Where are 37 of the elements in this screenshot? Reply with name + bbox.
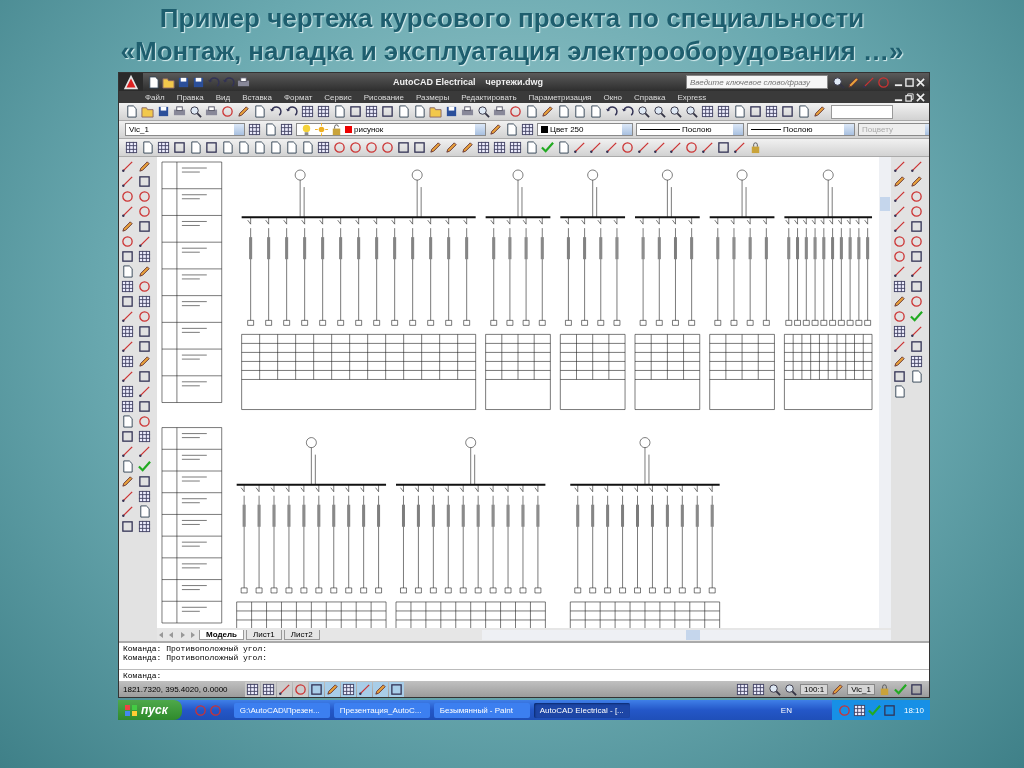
menu-item[interactable]: Express [677,92,707,102]
menu-item[interactable]: Файл [145,92,165,102]
app-name: AutoCAD Electrical [393,77,476,87]
menu-item[interactable]: Параметризация [528,92,592,102]
lineweight-dropdown[interactable]: Послою [747,123,855,136]
color-dropdown[interactable]: Цвет 250 [537,123,633,136]
coordinates: 1821.7320, 395.4020, 0.0000 [123,684,229,694]
menu-item[interactable]: Редактировать [461,92,517,102]
language-indicator[interactable]: EN [780,705,792,715]
document-name: чертежи.dwg [485,77,543,87]
layer-dropdown[interactable]: рисунок [296,123,486,136]
menu-item[interactable]: Сервис [324,92,352,102]
start-button[interactable]: пуск [118,700,182,720]
layout-tab[interactable]: Лист2 [283,629,320,640]
menu-item[interactable]: Правка [176,92,204,102]
command-history-line: Команда: Противоположный угол: [123,653,269,662]
menu-item[interactable]: Размеры [416,92,450,102]
view-dropdown[interactable]: Vic_1 [125,123,245,136]
taskbar-button[interactable]: Безымянный - Paint [433,702,530,718]
taskbar-button[interactable]: Презентация_AutoC... [333,702,430,718]
layout-tab[interactable]: Модель [199,629,244,640]
menu-item[interactable]: Вставка [242,92,272,102]
clock: 18:10 [903,705,924,715]
menu-item[interactable]: Окно [603,92,623,102]
annotation-scale-button[interactable]: 100:1 [800,683,829,695]
menu-item[interactable]: Справка [634,92,666,102]
layout-tab[interactable]: Лист1 [246,629,282,640]
menu-item[interactable]: Рисование [363,92,405,102]
taskbar-button[interactable]: G:\AutoCAD\Презен... [233,702,330,718]
command-history-line: Команда: Противоположный угол: [123,644,269,653]
viewport-button[interactable]: Vic_1 [847,683,875,695]
taskbar-button[interactable]: AutoCAD Electrical - [... [533,702,630,718]
linetype-dropdown[interactable]: Послою [636,123,744,136]
menu-item[interactable]: Вид [215,92,231,102]
slide-title: Пример чертежа курсового проекта по специальности «Монтаж, наладка и эксплуатация электрооборудования …» [119,2,905,68]
search-field[interactable]: Введите ключевое слово/фразу [686,75,828,89]
menu-item[interactable]: Формат [283,92,313,102]
